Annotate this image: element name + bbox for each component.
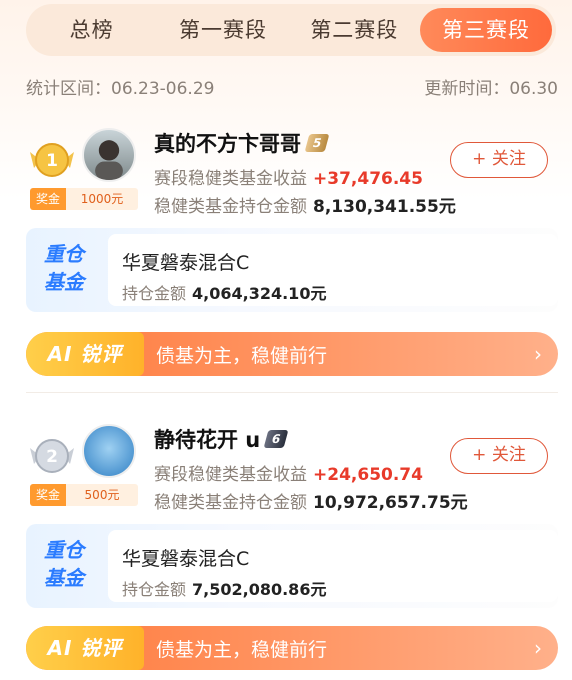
ai-review-badge: AI 锐评: [26, 626, 144, 670]
income-value: +24,650.74: [313, 465, 423, 485]
level-badge: 6: [263, 430, 290, 448]
follow-button[interactable]: + 关注: [450, 438, 548, 474]
holding-value: 10,972,657.75元: [313, 493, 468, 513]
username-text: 静待花开 u: [154, 428, 261, 452]
chevron-right-icon: ›: [534, 342, 542, 366]
fund-amount-row: 持仓金额 4,064,324.10元: [122, 280, 326, 304]
ai-review-bar[interactable]: AI 锐评 债基为主，稳健前行 ›: [26, 626, 558, 670]
income-label: 赛段稳健类基金收益: [154, 169, 307, 189]
tab-stage-3[interactable]: 第三赛段: [419, 8, 552, 52]
level-badge: 5: [304, 134, 330, 152]
income-value: +37,476.45: [313, 169, 423, 189]
silver-medal-icon: 2: [30, 439, 74, 473]
heavy-holding-card[interactable]: 重仓基金 华夏磐泰混合C 持仓金额 7,502,080.86元: [26, 524, 558, 608]
gold-medal-icon: 1: [30, 143, 74, 177]
ai-review-badge: AI 锐评: [26, 332, 144, 376]
reward-badge: 奖金 1000元: [30, 188, 138, 210]
rank-entry-2: 2 奖金 500元 静待花开 u 6 赛段稳健类基金收益 +24,650.74 稳…: [26, 422, 558, 672]
username[interactable]: 静待花开 u 6: [154, 424, 290, 454]
stage-income-row: 赛段稳健类基金收益 +24,650.74: [154, 460, 423, 485]
avatar[interactable]: [82, 128, 136, 182]
reward-badge: 奖金 500元: [30, 484, 138, 506]
divider: [26, 392, 558, 393]
tab-overall[interactable]: 总榜: [26, 8, 157, 52]
holding-value: 8,130,341.55元: [313, 197, 456, 217]
holding-label: 稳健类基金持仓金额: [154, 493, 307, 513]
tab-stage-1[interactable]: 第一赛段: [157, 8, 288, 52]
level-number: 5: [311, 136, 324, 150]
level-number: 6: [270, 432, 283, 446]
stats-updated: 更新时间：06.30: [424, 79, 558, 99]
fund-amount-label: 持仓金额: [122, 580, 187, 599]
income-label: 赛段稳健类基金收益: [154, 465, 307, 485]
rank-entry-1: 1 奖金 1000元 真的不方卞哥哥 5 赛段稳健类基金收益 +37,476.45…: [26, 126, 558, 376]
fund-name: 华夏磐泰混合C: [122, 548, 250, 570]
fund-amount-value: 4,064,324.10元: [192, 284, 327, 303]
fund-info: 华夏磐泰混合C 持仓金额 4,064,324.10元: [108, 234, 558, 306]
reward-label: 奖金: [30, 188, 66, 210]
rank-number: 2: [46, 447, 58, 467]
rank-number: 1: [46, 151, 58, 171]
stats-range: 统计区间：06.23-06.29: [26, 79, 215, 99]
ai-review-bar[interactable]: AI 锐评 债基为主，稳健前行 ›: [26, 332, 558, 376]
heavy-holding-card[interactable]: 重仓基金 华夏磐泰混合C 持仓金额 4,064,324.10元: [26, 228, 558, 312]
username[interactable]: 真的不方卞哥哥 5: [154, 128, 330, 158]
reward-value: 500元: [66, 484, 138, 506]
ai-review-text: 债基为主，稳健前行: [156, 638, 328, 661]
segment-tabs: 总榜 第一赛段 第二赛段 第三赛段: [26, 4, 556, 56]
follow-button[interactable]: + 关注: [450, 142, 548, 178]
avatar[interactable]: [82, 424, 136, 478]
chevron-right-icon: ›: [534, 636, 542, 660]
stats-row: 统计区间：06.23-06.29 更新时间：06.30: [26, 74, 558, 99]
fund-name: 华夏磐泰混合C: [122, 252, 250, 274]
reward-label: 奖金: [30, 484, 66, 506]
heavy-holding-tag: 重仓基金: [44, 538, 84, 590]
holding-row: 稳健类基金持仓金额 10,972,657.75元: [154, 488, 468, 513]
username-text: 真的不方卞哥哥: [154, 132, 301, 156]
holding-label: 稳健类基金持仓金额: [154, 197, 307, 217]
fund-amount-row: 持仓金额 7,502,080.86元: [122, 576, 326, 600]
fund-info: 华夏磐泰混合C 持仓金额 7,502,080.86元: [108, 530, 558, 602]
ai-review-text: 债基为主，稳健前行: [156, 344, 328, 367]
reward-value: 1000元: [66, 188, 138, 210]
holding-row: 稳健类基金持仓金额 8,130,341.55元: [154, 192, 456, 217]
stage-income-row: 赛段稳健类基金收益 +37,476.45: [154, 164, 423, 189]
fund-amount-value: 7,502,080.86元: [192, 580, 327, 599]
fund-amount-label: 持仓金额: [122, 284, 187, 303]
tab-stage-2[interactable]: 第二赛段: [289, 8, 420, 52]
heavy-holding-tag: 重仓基金: [44, 242, 84, 294]
